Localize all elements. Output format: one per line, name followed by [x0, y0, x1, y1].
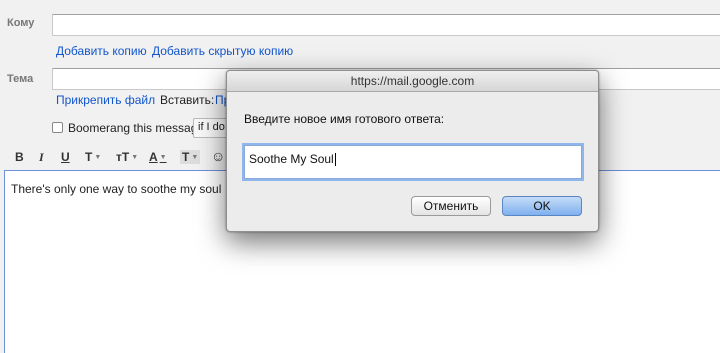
emoji-icon: ☺: [211, 148, 226, 164]
italic-button[interactable]: I: [39, 150, 44, 165]
font-icon: T: [85, 150, 93, 164]
font-family-button[interactable]: T ▼: [85, 150, 101, 164]
ok-button[interactable]: OK: [502, 196, 582, 216]
chevron-down-icon: ▼: [159, 154, 167, 162]
highlight-color-button[interactable]: T ▼: [180, 150, 201, 164]
to-label: Кому: [7, 17, 35, 29]
prompt-dialog: https://mail.google.com Введите новое им…: [226, 70, 599, 232]
font-size-icon: тT: [116, 150, 130, 164]
text-color-button[interactable]: A ▼: [149, 150, 167, 164]
attach-file-link[interactable]: Прикрепить файл: [56, 93, 155, 107]
bold-button[interactable]: B: [15, 150, 24, 164]
highlight-icon: T: [182, 150, 190, 164]
dialog-prompt-text: Введите новое имя готового ответа:: [244, 112, 445, 126]
insert-label: Вставить:: [160, 93, 215, 107]
subject-label: Тема: [7, 73, 34, 85]
text-cursor: [334, 153, 336, 167]
boomerang-label: Boomerang this message: [68, 121, 205, 135]
chevron-down-icon: ▼: [94, 154, 102, 162]
chevron-down-icon: ▼: [191, 154, 199, 162]
boomerang-checkbox[interactable]: [52, 122, 63, 133]
add-cc-link[interactable]: Добавить копию: [56, 44, 147, 58]
dialog-title: https://mail.google.com: [227, 71, 598, 92]
emoji-button[interactable]: ☺: [211, 148, 225, 164]
canned-response-name-input[interactable]: Soothe My Soul: [244, 145, 582, 179]
message-body-text: There's only one way to soothe my soul: [11, 182, 222, 196]
to-field[interactable]: [52, 14, 720, 36]
font-size-button[interactable]: тT ▼: [116, 150, 138, 164]
add-bcc-link[interactable]: Добавить скрытую копию: [152, 44, 293, 58]
text-color-icon: A: [149, 150, 158, 164]
underline-button[interactable]: U: [61, 150, 70, 164]
input-value: Soothe My Soul: [249, 152, 334, 166]
cancel-button[interactable]: Отменить: [411, 196, 491, 216]
chevron-down-icon: ▼: [131, 154, 139, 162]
